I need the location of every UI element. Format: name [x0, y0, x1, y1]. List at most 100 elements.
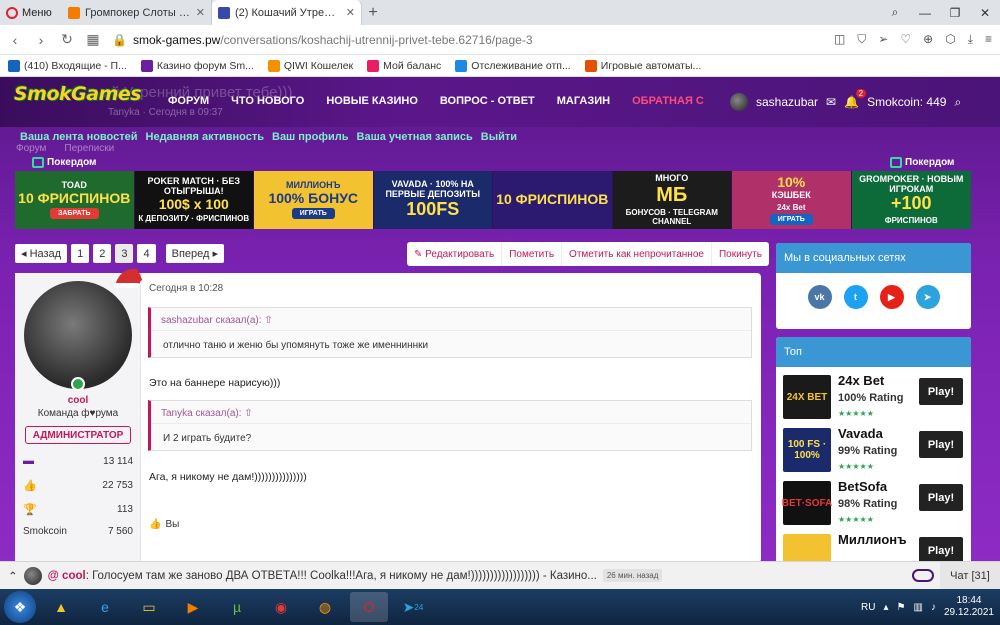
- back-icon[interactable]: ‹: [8, 32, 22, 48]
- banner-mb[interactable]: МНОГО МБ БОНУСОВ · TELEGRAM CHANNEL: [612, 171, 732, 229]
- cube-icon[interactable]: ⬡: [945, 32, 955, 47]
- reload-icon[interactable]: ↻: [60, 31, 74, 48]
- breadcrumb-conversations[interactable]: Переписки: [64, 143, 114, 154]
- avatar[interactable]: [24, 281, 132, 389]
- app-icon[interactable]: ▲: [42, 592, 80, 622]
- chrome-icon[interactable]: ◉: [262, 592, 300, 622]
- play-button[interactable]: Play!: [919, 431, 963, 458]
- casino-logo[interactable]: 100 FS · 100%: [783, 428, 831, 472]
- shield-icon[interactable]: ⛉: [857, 32, 866, 47]
- author-name[interactable]: cool: [15, 395, 141, 406]
- banner-24xbet[interactable]: 10% КЭШБЕК 24x Bet ИГРАТЬ: [732, 171, 852, 229]
- search-tabs-icon[interactable]: ⌕: [880, 0, 910, 25]
- explorer-folder-icon[interactable]: ▭: [130, 592, 168, 622]
- nav-forum[interactable]: ФОРУМ: [168, 95, 209, 107]
- prev-page-button[interactable]: ◂ Назад: [15, 244, 68, 263]
- subnav-profile[interactable]: Ваш профиль: [272, 131, 349, 143]
- bookmark-item[interactable]: (410) Входящие - П...: [8, 59, 127, 72]
- chat-collapse-icon[interactable]: ⌃: [8, 569, 18, 583]
- page-link[interactable]: 1: [71, 244, 90, 263]
- close-window-icon[interactable]: ✕: [970, 0, 1000, 25]
- telegram-icon[interactable]: ➤: [915, 285, 940, 309]
- next-page-button[interactable]: Вперед ▸: [165, 244, 225, 263]
- banner-pokermatch[interactable]: POKER MATCH · БЕЗ ОТЫГРЫША! 100$ x 100 К Д…: [134, 171, 254, 229]
- grid-icon[interactable]: ▦: [86, 31, 100, 48]
- internet-explorer-icon[interactable]: e: [86, 592, 124, 622]
- casino-logo[interactable]: BET·SOFA: [782, 481, 832, 525]
- mark-button[interactable]: Пометить: [502, 242, 563, 266]
- play-button[interactable]: Play!: [919, 484, 963, 511]
- bookmark-item[interactable]: QIWI Кошелек: [267, 59, 353, 72]
- casino-logo[interactable]: [783, 534, 831, 561]
- message-time[interactable]: Сегодня в 10:28: [149, 283, 223, 294]
- username[interactable]: sashazubar: [756, 95, 818, 109]
- close-tab-icon[interactable]: ✕: [346, 6, 355, 19]
- maximize-icon[interactable]: ❐: [940, 0, 970, 25]
- subnav-account[interactable]: Ваша учетная запись: [357, 131, 473, 143]
- chat-open-button[interactable]: Чат [31]: [940, 562, 1000, 589]
- casino-name[interactable]: Миллионъ: [838, 532, 907, 547]
- minimize-icon[interactable]: —: [910, 0, 940, 25]
- subnav-activity[interactable]: Недавняя активность: [146, 131, 264, 143]
- bookmark-item[interactable]: Игровые автоматы...: [584, 59, 701, 72]
- pokerdom-logo[interactable]: Покердом: [890, 157, 954, 168]
- close-tab-icon[interactable]: ✕: [196, 6, 205, 19]
- play-button[interactable]: Play!: [919, 537, 963, 561]
- browser-tab[interactable]: Громпокер Слоты на рубл ✕: [62, 0, 212, 25]
- media-player-icon[interactable]: ▶: [174, 592, 212, 622]
- banner-grompoker[interactable]: GROMPOKER · НОВЫМ ИГРОКАМ +100 ФРИСПИНОВ: [851, 171, 971, 229]
- language-indicator[interactable]: RU: [861, 602, 875, 613]
- banner-freespins[interactable]: 10 ФРИСПИНОВ: [493, 171, 613, 229]
- youtube-icon[interactable]: ▶: [879, 285, 904, 309]
- chat-toggle[interactable]: [912, 569, 934, 582]
- opera-icon[interactable]: O: [350, 592, 388, 622]
- vpn-icon[interactable]: ⊕: [923, 32, 933, 47]
- likes-summary[interactable]: 👍 Вы: [149, 519, 179, 530]
- casino-name[interactable]: 24x Bet: [838, 373, 884, 388]
- subnav-logout[interactable]: Выйти: [481, 131, 517, 143]
- browser-tab-active[interactable]: (2) Кошачий Утренний пр ✕: [212, 0, 362, 25]
- alerts-icon[interactable]: 🔔 2: [844, 89, 867, 109]
- casino-name[interactable]: Vavada: [838, 426, 883, 441]
- quote-author[interactable]: Tanyka сказал(а): ⇧: [151, 401, 751, 424]
- page-link-current[interactable]: 3: [115, 244, 134, 263]
- chat-last-message[interactable]: @ cool: Голосуем там же заново ДВА ОТВЕТ…: [48, 570, 597, 582]
- breadcrumb-forum[interactable]: Форум: [16, 143, 46, 154]
- nav-new-casinos[interactable]: НОВЫЕ КАЗИНО: [326, 95, 418, 107]
- download-icon[interactable]: ⤓: [968, 32, 973, 47]
- bookmark-item[interactable]: Отслеживание отп...: [455, 59, 571, 72]
- inbox-icon[interactable]: ✉: [826, 95, 836, 109]
- search-icon[interactable]: ⌕: [954, 95, 961, 110]
- forward-icon[interactable]: ›: [34, 32, 48, 48]
- start-button-icon[interactable]: ❖: [4, 591, 36, 623]
- page-link[interactable]: 2: [93, 244, 112, 263]
- utorrent-icon[interactable]: µ: [218, 592, 256, 622]
- mark-unread-button[interactable]: Отметить как непрочитанное: [562, 242, 712, 266]
- twitter-icon[interactable]: t: [843, 285, 868, 309]
- send-icon[interactable]: ➢: [878, 32, 888, 47]
- nav-shop[interactable]: МАГАЗИН: [557, 95, 610, 107]
- volume-icon[interactable]: ♪: [931, 602, 936, 613]
- telegram-taskbar-icon[interactable]: ➤ 24: [394, 592, 432, 622]
- casino-logo[interactable]: 24X BET: [783, 375, 831, 419]
- nav-feedback[interactable]: ОБРАТНАЯ С: [632, 95, 704, 107]
- pokerdom-logo[interactable]: Покердом: [32, 157, 96, 168]
- camera-icon[interactable]: ◫: [834, 32, 845, 47]
- casino-name[interactable]: BetSofa: [838, 479, 887, 494]
- heart-icon[interactable]: ♡: [900, 32, 911, 47]
- browser-menu-button[interactable]: Меню: [0, 0, 62, 25]
- avatar[interactable]: [23, 566, 42, 585]
- url-field[interactable]: 🔒 smok-games.pw/conversations/koshachij-…: [112, 33, 822, 47]
- play-button[interactable]: Play!: [919, 378, 963, 405]
- new-tab-button[interactable]: +: [362, 0, 384, 25]
- chat-user[interactable]: @ cool: [48, 570, 86, 582]
- site-logo[interactable]: SmokGames: [14, 83, 142, 105]
- nav-qa[interactable]: ВОПРОС - ОТВЕТ: [440, 95, 535, 107]
- leave-button[interactable]: Покинуть: [712, 242, 769, 266]
- page-link[interactable]: 4: [137, 244, 156, 263]
- vk-icon[interactable]: vk: [807, 285, 832, 309]
- bookmark-item[interactable]: Казино форум Sm...: [140, 59, 254, 72]
- nav-whats-new[interactable]: ЧТО НОВОГО: [231, 95, 304, 107]
- firefox-icon[interactable]: ◍: [306, 592, 344, 622]
- settings-icon[interactable]: ≡: [985, 32, 992, 47]
